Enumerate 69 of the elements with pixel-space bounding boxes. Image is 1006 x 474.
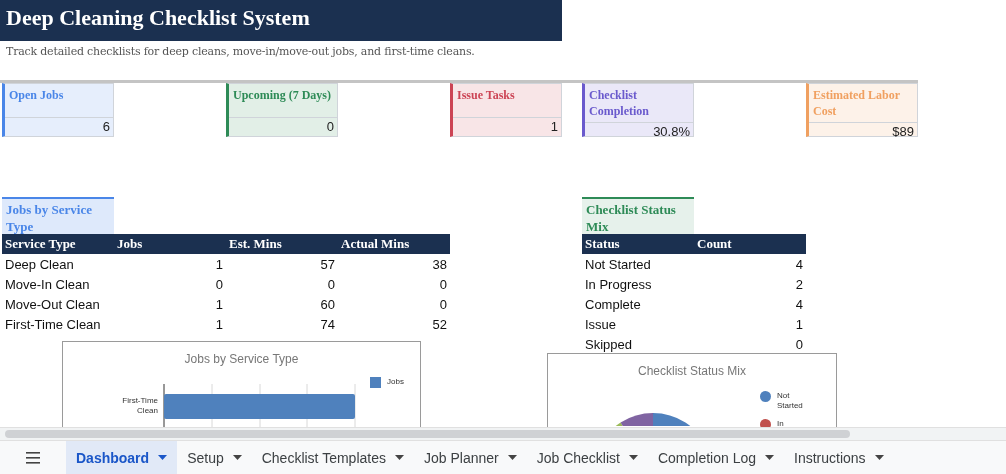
caret-icon[interactable] xyxy=(765,455,774,460)
column-header: Count xyxy=(694,234,806,254)
sheet-tab[interactable]: Completion Log xyxy=(647,441,784,474)
sheet-tab[interactable]: Checklist Templates xyxy=(251,441,414,474)
table-cell: Deep Clean xyxy=(2,254,114,274)
table-cell-text: 52 xyxy=(431,315,448,334)
table-cell-text: Skipped xyxy=(584,335,633,354)
column-header: Actual Mins xyxy=(338,234,450,254)
table-cell-text: 1 xyxy=(214,315,224,334)
caret-icon[interactable] xyxy=(232,455,242,460)
category-label: First-Time Clean xyxy=(121,396,158,416)
sheet-tab[interactable]: Job Checklist xyxy=(526,441,648,474)
kpi-value: 30.8% xyxy=(585,122,693,140)
table-cell-text: 0 xyxy=(438,295,448,314)
legend-label: In xyxy=(777,419,785,427)
table-cell-text: In Progress xyxy=(584,275,653,294)
table-cell: Not Started xyxy=(582,254,694,274)
legend-label: Not Started xyxy=(777,391,804,411)
kpi-label: Estimated Labor Cost xyxy=(812,87,901,120)
table-cell-text: 0 xyxy=(794,335,804,354)
section-heading: Checklist Status Mix xyxy=(582,197,694,234)
table-cell-text: 2 xyxy=(794,275,804,294)
table-cell-text: Complete xyxy=(584,295,642,314)
kpi-label: Checklist Completion xyxy=(588,87,650,120)
table-cell: 57 xyxy=(226,254,338,274)
kpi-label: Upcoming (7 Days) xyxy=(232,87,332,104)
chart-title: Checklist Status Mix xyxy=(637,364,747,378)
sheet-tab[interactable]: Dashboard xyxy=(66,441,178,474)
sheet-title: Deep Cleaning Checklist System xyxy=(0,0,562,41)
legend-label: Jobs xyxy=(387,377,405,387)
column-header: Status xyxy=(582,234,694,254)
sheet-subtitle: Track detailed checklists for deep cleans, move-in/move-out jobs, and first-time cleans. xyxy=(5,44,476,60)
menu-icon[interactable] xyxy=(24,451,42,465)
table-cell-text: 1 xyxy=(214,295,224,314)
table-cell-text: Issue xyxy=(584,315,618,334)
table-cell-text: Move-In Clean xyxy=(4,275,91,294)
column-header: Service Type xyxy=(2,234,114,254)
kpi-value: 1 xyxy=(453,117,561,136)
scrollbar-thumb[interactable] xyxy=(5,430,850,438)
caret-icon[interactable] xyxy=(394,455,404,460)
table-cell-text: 4 xyxy=(794,295,804,314)
axis-line xyxy=(163,383,165,427)
section-heading: Jobs by Service Type xyxy=(2,197,114,234)
table-cell: 1 xyxy=(114,254,226,274)
caret-icon[interactable] xyxy=(628,455,638,460)
kpi-label: Issue Tasks xyxy=(456,87,516,104)
column-header: Est. Mins xyxy=(226,234,338,254)
table-cell: 38 xyxy=(338,254,450,274)
caret-icon[interactable] xyxy=(158,455,168,460)
chart-title: Jobs by Service Type xyxy=(183,352,300,366)
table-cell-text: 1 xyxy=(794,315,804,334)
kpi-value: 0 xyxy=(229,117,337,136)
kpi-label: Open Jobs xyxy=(8,87,65,104)
table-cell-text: 0 xyxy=(214,275,224,294)
caret-icon[interactable] xyxy=(874,455,884,460)
table-cell-text: Move-Out Clean xyxy=(4,295,101,314)
kpi-value: 6 xyxy=(5,117,113,136)
table-cell-text: 0 xyxy=(438,275,448,294)
table-cell-text: 60 xyxy=(319,295,336,314)
table-cell-text: 0 xyxy=(326,275,336,294)
table-cell-text: 74 xyxy=(319,315,336,334)
kpi-value: $89 xyxy=(809,122,917,140)
sheet-tab[interactable]: Instructions xyxy=(784,441,894,474)
sheet-tab[interactable]: Job Planner xyxy=(413,441,527,474)
caret-icon[interactable] xyxy=(507,455,517,460)
sheet-tab[interactable]: Setup xyxy=(177,441,252,474)
table-cell: 4 xyxy=(694,254,806,274)
column-header: Jobs xyxy=(114,234,226,254)
table-cell-text: First-Time Clean xyxy=(4,315,102,334)
